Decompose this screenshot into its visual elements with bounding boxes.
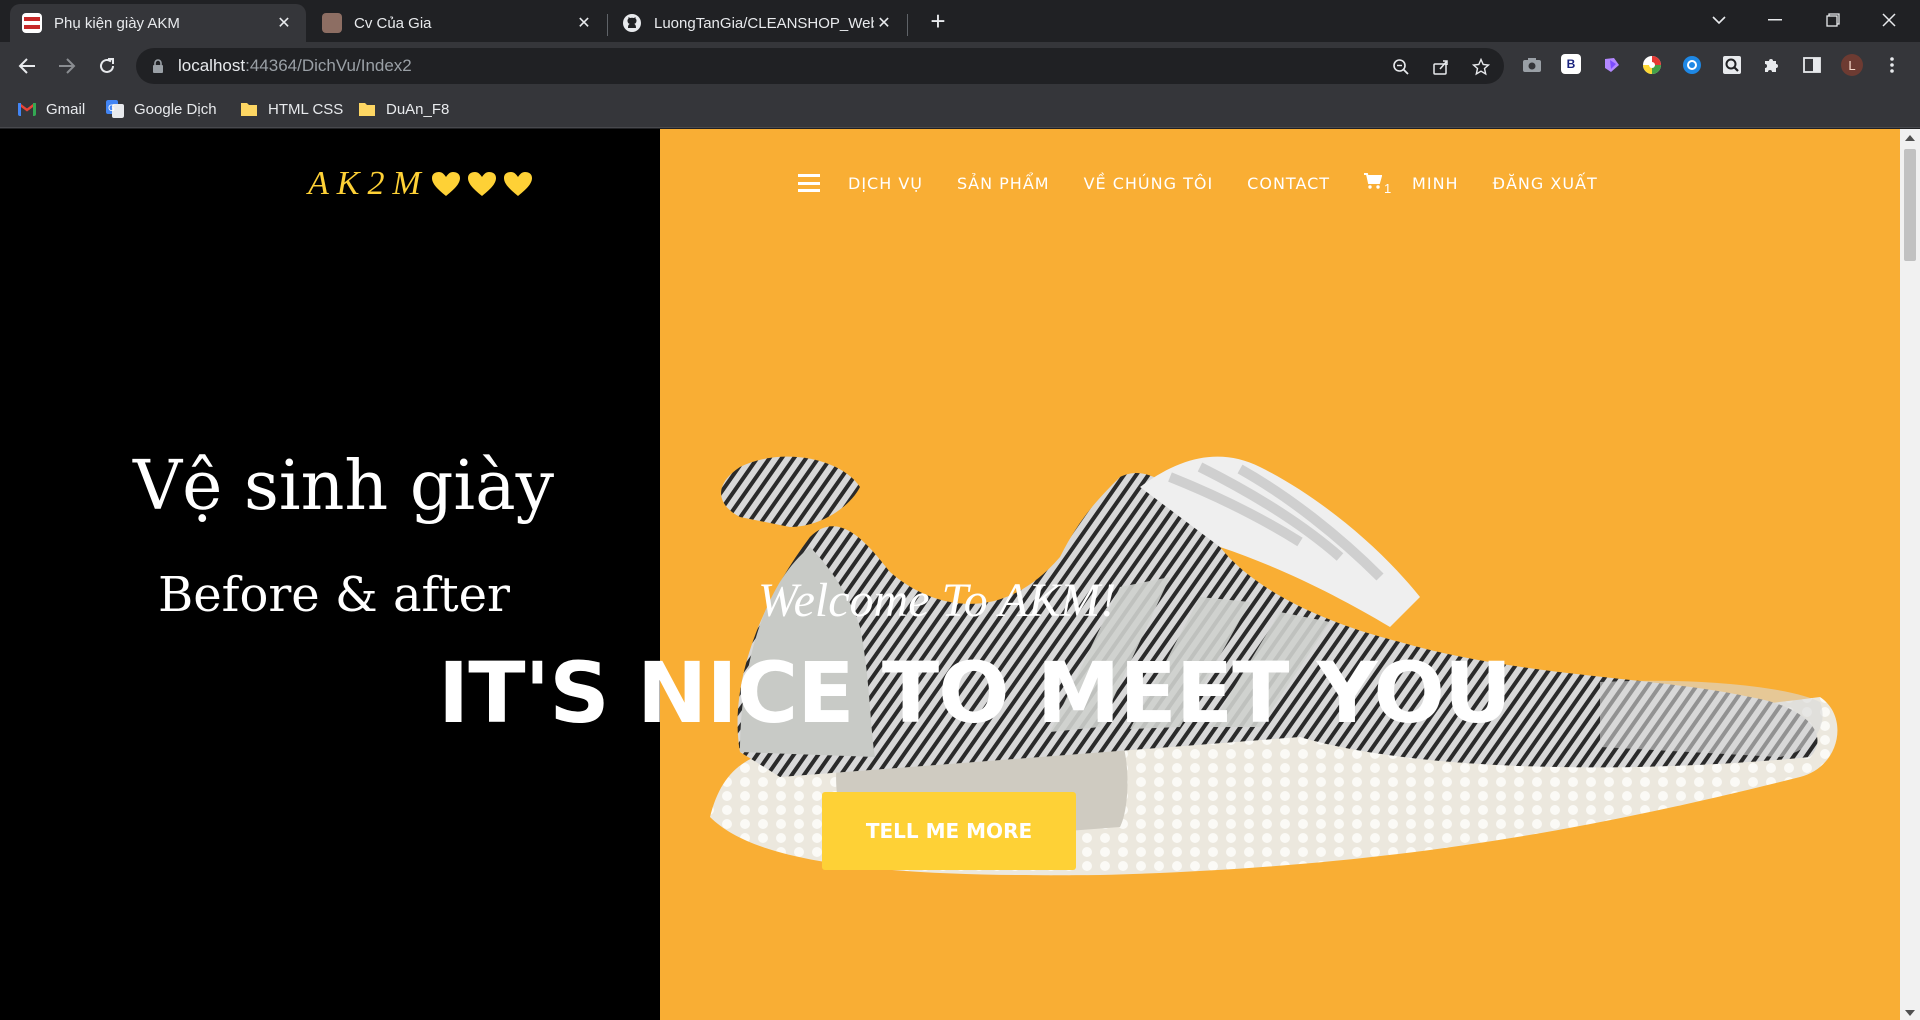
bookmark-label: HTML CSS (268, 100, 344, 118)
close-window-button[interactable] (1866, 0, 1912, 40)
scroll-up-arrow-icon[interactable] (1905, 135, 1915, 141)
url-path: :44364/DichVu/Index2 (245, 56, 412, 75)
main-nav: DỊCH VỤ SẢN PHẨM VỀ CHÚNG TÔI CONTACT 1 … (798, 173, 1632, 196)
site-logo[interactable]: AK2M (308, 165, 533, 203)
forward-button[interactable] (51, 50, 83, 82)
akm-favicon-icon (22, 13, 42, 33)
nav-item-ve-chung-toi[interactable]: VỀ CHÚNG TÔI (1084, 174, 1214, 193)
profile-avatar[interactable]: L (1841, 54, 1863, 76)
new-tab-button[interactable]: + (924, 8, 952, 36)
bookmark-folder-html-css[interactable]: HTML CSS (240, 98, 343, 120)
bookmark-star-icon[interactable] (1470, 56, 1492, 78)
cart-button[interactable]: 1 (1364, 173, 1391, 196)
camera-extension-icon[interactable] (1521, 54, 1543, 76)
hamburger-menu-icon[interactable] (798, 174, 820, 192)
extensions-puzzle-icon[interactable] (1761, 54, 1783, 76)
logo-text: AK2M (308, 165, 429, 202)
bookmark-label: Google Dịch (134, 100, 217, 118)
left-subheading: Before & after (158, 567, 510, 623)
address-bar[interactable]: localhost:44364/DichVu/Index2 (136, 48, 1504, 84)
close-tab-icon[interactable]: ✕ (874, 13, 894, 33)
folder-icon (359, 103, 375, 116)
minimize-button[interactable] (1752, 0, 1798, 40)
bookmarks-bar: Gmail G Google Dịch HTML CSS DuAn_F8 (0, 90, 1920, 128)
nav-user-name[interactable]: MINH (1412, 174, 1459, 193)
cart-count-badge: 1 (1384, 181, 1392, 196)
heart-icon (503, 172, 532, 196)
close-tab-icon[interactable]: ✕ (274, 13, 294, 33)
page-scrollbar[interactable] (1900, 129, 1920, 1020)
welcome-text: Welcome To AKM! (758, 574, 1117, 627)
restore-button[interactable] (1810, 0, 1856, 40)
menu-kebab-icon[interactable] (1881, 54, 1903, 76)
heart-icon (467, 172, 496, 196)
tab-strip: Phụ kiện giày AKM ✕ Cv Của Gia ✕ LuongTa… (0, 0, 1920, 42)
tab-github[interactable]: LuongTanGia/CLEANSHOP_Web ✕ (610, 4, 906, 42)
tab-title: Cv Của Gia (354, 14, 432, 32)
tab-divider (607, 14, 608, 36)
side-panel-icon[interactable] (1801, 54, 1823, 76)
scrollbar-thumb[interactable] (1904, 149, 1916, 261)
colorful-extension-icon[interactable] (1641, 54, 1663, 76)
close-tab-icon[interactable]: ✕ (574, 13, 594, 33)
profile-photo-favicon-icon (322, 13, 342, 33)
tab-title: Phụ kiện giày AKM (54, 14, 180, 32)
github-icon (622, 13, 642, 33)
nav-item-contact[interactable]: CONTACT (1247, 174, 1330, 193)
hero-title: IT'S NICE TO MEET YOU (438, 644, 1512, 742)
gmail-icon (18, 103, 36, 116)
b-extension-icon[interactable]: B (1561, 54, 1581, 74)
nav-item-san-pham[interactable]: SẢN PHẨM (957, 174, 1050, 193)
page-viewport: AK2M DỊCH VỤ SẢN PHẨM VỀ CHÚNG TÔI CONTA… (0, 129, 1920, 1020)
tab-akm[interactable]: Phụ kiện giày AKM ✕ (10, 4, 306, 42)
scroll-down-arrow-icon[interactable] (1905, 1010, 1915, 1016)
zoom-icon[interactable] (1390, 56, 1412, 78)
tab-search-icon[interactable] (1696, 0, 1742, 40)
heart-icon (431, 172, 460, 196)
bookmark-google-translate[interactable]: G Google Dịch (106, 98, 217, 120)
google-translate-icon: G (106, 100, 124, 118)
cart-icon (1364, 173, 1383, 189)
share-icon[interactable] (1430, 56, 1452, 78)
bookmark-label: Gmail (46, 100, 86, 118)
folder-icon (241, 103, 257, 116)
tab-cv[interactable]: Cv Của Gia ✕ (310, 4, 606, 42)
search-extension-icon[interactable] (1721, 54, 1743, 76)
bookmark-label: DuAn_F8 (386, 100, 450, 118)
left-heading: Vệ sinh giày (133, 447, 555, 526)
url-host: localhost (178, 56, 246, 75)
nav-item-dich-vu[interactable]: DỊCH VỤ (848, 174, 923, 193)
logo-hearts (431, 171, 533, 197)
back-button[interactable] (11, 50, 43, 82)
tab-divider (907, 14, 908, 36)
svg-text:G: G (108, 104, 115, 114)
blue-extension-icon[interactable] (1681, 54, 1703, 76)
lock-icon (153, 59, 163, 73)
url-text: localhost:44364/DichVu/Index2 (178, 56, 412, 76)
nav-logout[interactable]: ĐĂNG XUẤT (1493, 174, 1598, 193)
bookmark-gmail[interactable]: Gmail (18, 98, 85, 120)
reload-button[interactable] (91, 50, 123, 82)
bookmark-folder-duan[interactable]: DuAn_F8 (358, 98, 449, 120)
tell-me-more-button[interactable]: TELL ME MORE (822, 792, 1076, 870)
purple-extension-icon[interactable] (1601, 54, 1623, 76)
browser-toolbar: localhost:44364/DichVu/Index2 B L (0, 42, 1920, 90)
tab-title: LuongTanGia/CLEANSHOP_Web (654, 14, 874, 32)
